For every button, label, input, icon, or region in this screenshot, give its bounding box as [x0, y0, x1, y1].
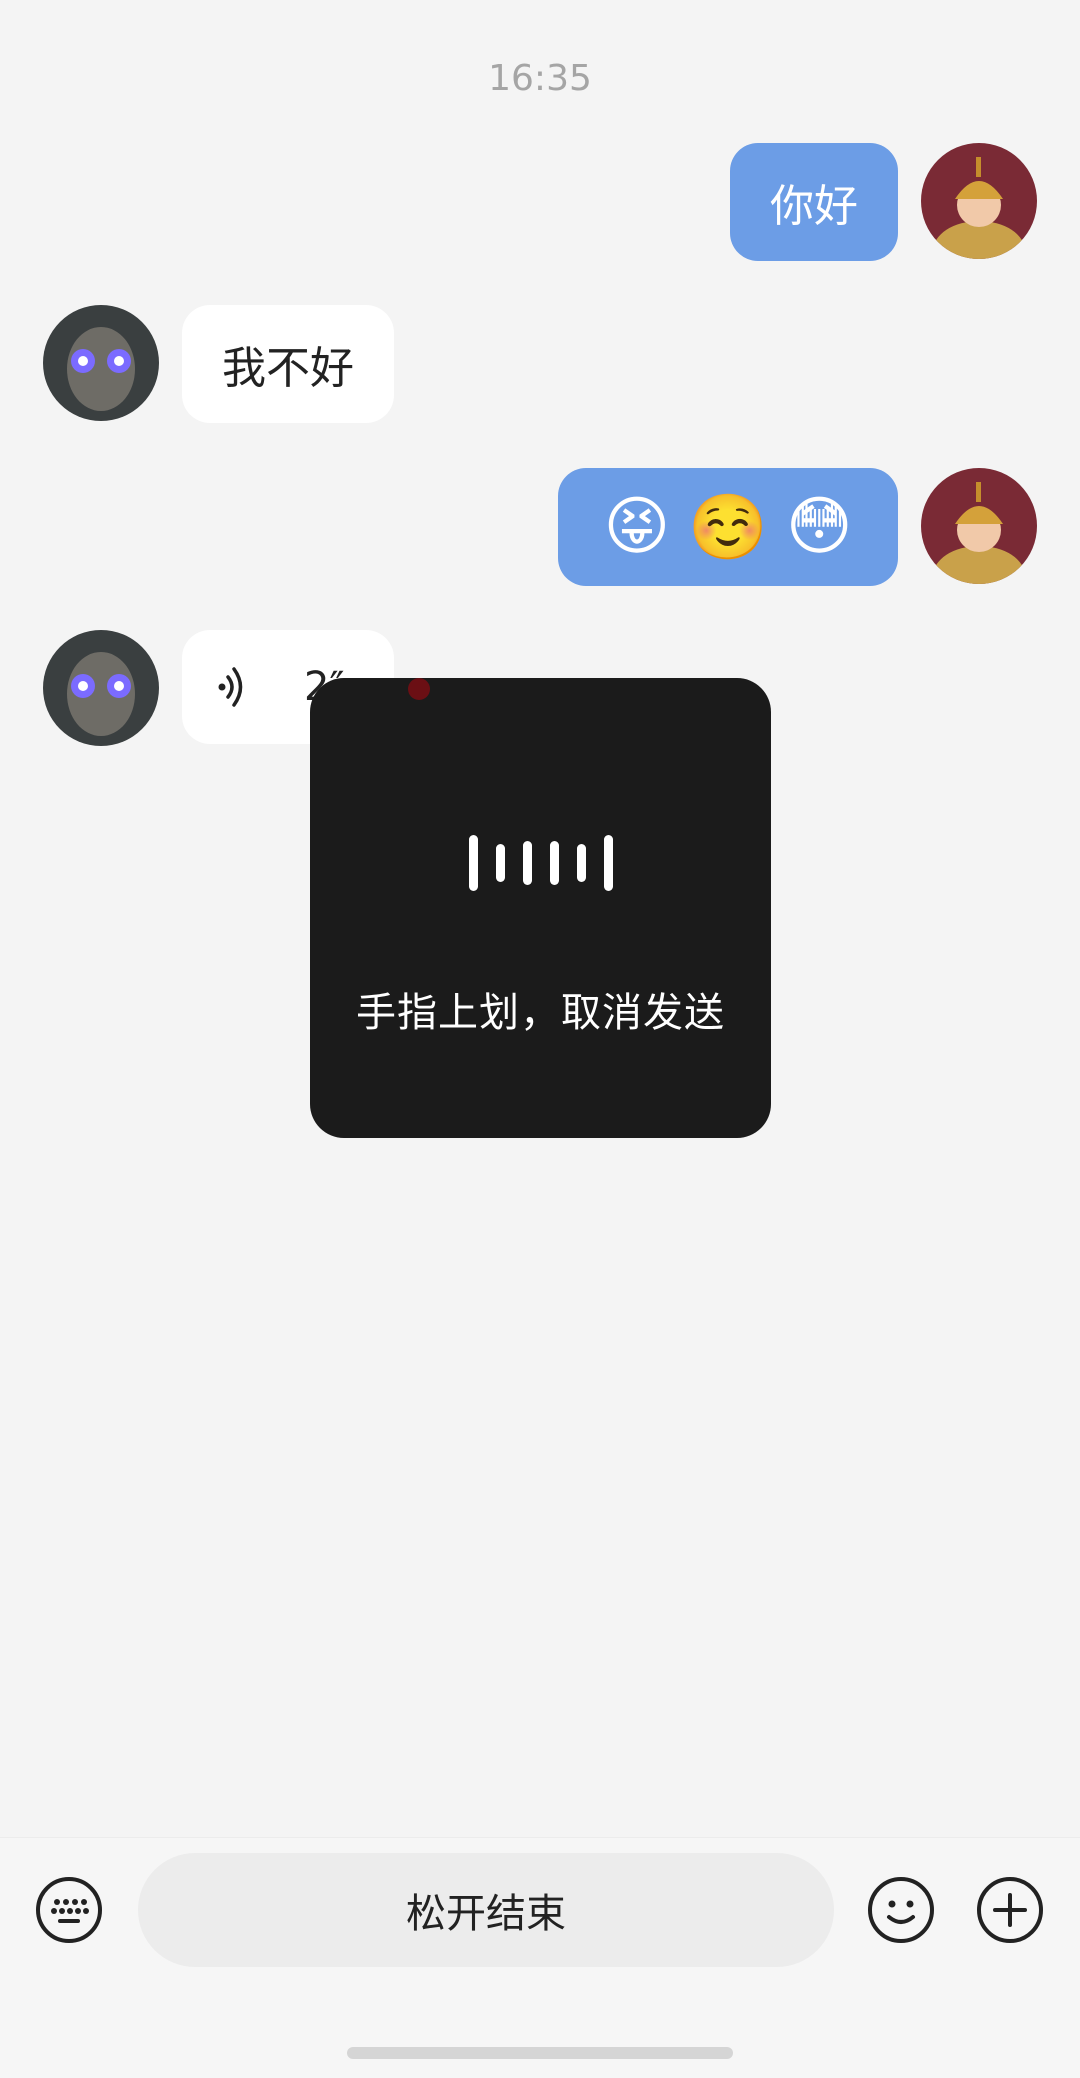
cancel-hint-text: 手指上划，取消发送	[356, 990, 725, 1036]
keyboard-icon[interactable]	[34, 1875, 104, 1945]
emoji-smiling-blush: ☺️	[688, 490, 768, 565]
recording-overlay: 手指上划，取消发送	[310, 678, 771, 1138]
home-indicator[interactable]	[347, 2047, 733, 2059]
audio-wave-icon	[310, 828, 771, 898]
message-text: 我不好	[222, 343, 354, 394]
smiley-icon[interactable]	[866, 1875, 936, 1945]
voice-wave-icon	[218, 667, 243, 707]
my-avatar[interactable]	[921, 468, 1037, 584]
message-timestamp: 16:35	[488, 58, 592, 99]
outgoing-message-bubble[interactable]: 你好	[730, 143, 898, 261]
emoji-flushed: 😳	[785, 490, 853, 564]
unread-dot	[408, 678, 430, 700]
outgoing-emoji-bubble[interactable]: 😝 ☺️ 😳	[558, 468, 898, 586]
contact-avatar[interactable]	[43, 305, 159, 421]
my-avatar[interactable]	[921, 143, 1037, 259]
plus-circle-icon[interactable]	[975, 1875, 1045, 1945]
message-text: 你好	[770, 181, 858, 232]
emoji-squint-tongue: 😝	[603, 490, 671, 564]
release-to-send-button[interactable]: 松开结束	[138, 1853, 834, 1967]
contact-avatar[interactable]	[43, 630, 159, 746]
incoming-message-bubble[interactable]: 我不好	[182, 305, 394, 423]
hold-button-label: 松开结束	[406, 1891, 566, 1937]
